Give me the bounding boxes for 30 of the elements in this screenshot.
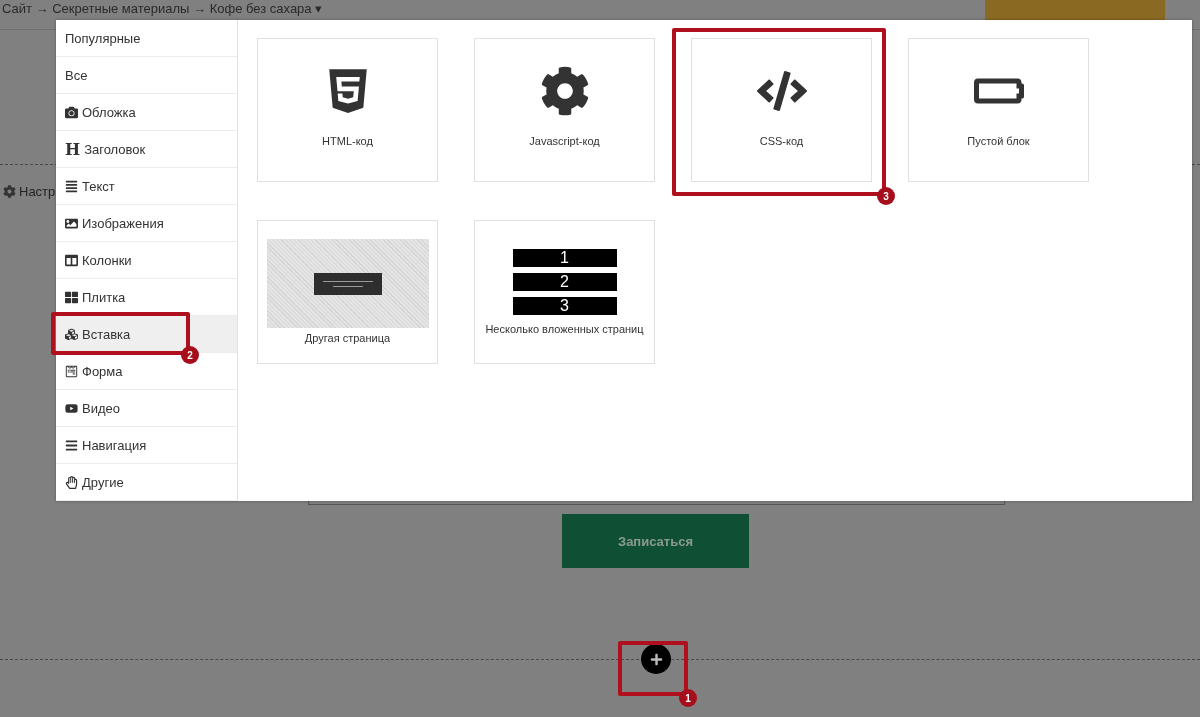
block-card[interactable]: Javascript-код	[474, 38, 655, 182]
category-item[interactable]: Видео	[56, 390, 237, 427]
page-number: 2	[512, 273, 617, 291]
category-item[interactable]: Плитка	[56, 279, 237, 316]
block-card[interactable]: HTML-код	[257, 38, 438, 182]
category-item[interactable]: H Заголовок	[56, 131, 237, 168]
settings-link[interactable]: Настр	[19, 183, 56, 199]
block-card[interactable]: CSS-код	[691, 38, 872, 182]
category-item[interactable]: Колонки	[56, 242, 237, 279]
category-item[interactable]: Все	[56, 57, 237, 94]
category-item[interactable]: Навигация	[56, 427, 237, 464]
category-item[interactable]: Обложка	[56, 94, 237, 131]
block-label: Javascript-код	[529, 135, 600, 147]
category-item[interactable]: Текст	[56, 168, 237, 205]
category-item[interactable]: Популярные	[56, 20, 237, 57]
category-item[interactable]: Изображения	[56, 205, 237, 242]
page-number: 3	[512, 297, 617, 315]
block-label: Пустой блок	[967, 135, 1030, 147]
block-label: HTML-код	[322, 135, 373, 147]
step-number: 1	[679, 689, 697, 707]
breadcrumb[interactable]: Сайт → Секретные материалы → Кофе без сахара ▾	[2, 0, 323, 18]
page-number: 1	[512, 249, 617, 267]
block-card[interactable]: Другая страница	[257, 220, 438, 364]
block-card[interactable]: Пустой блок	[908, 38, 1089, 182]
block-label: CSS-код	[759, 135, 804, 147]
block-label: Несколько вложенных страниц	[485, 323, 644, 335]
heading-icon: H	[65, 139, 81, 159]
block-card[interactable]: 1 2 3 Несколько вложенных страниц	[474, 220, 655, 364]
block-label: Другая страница	[304, 332, 391, 344]
category-item[interactable]: Другие	[56, 464, 237, 501]
